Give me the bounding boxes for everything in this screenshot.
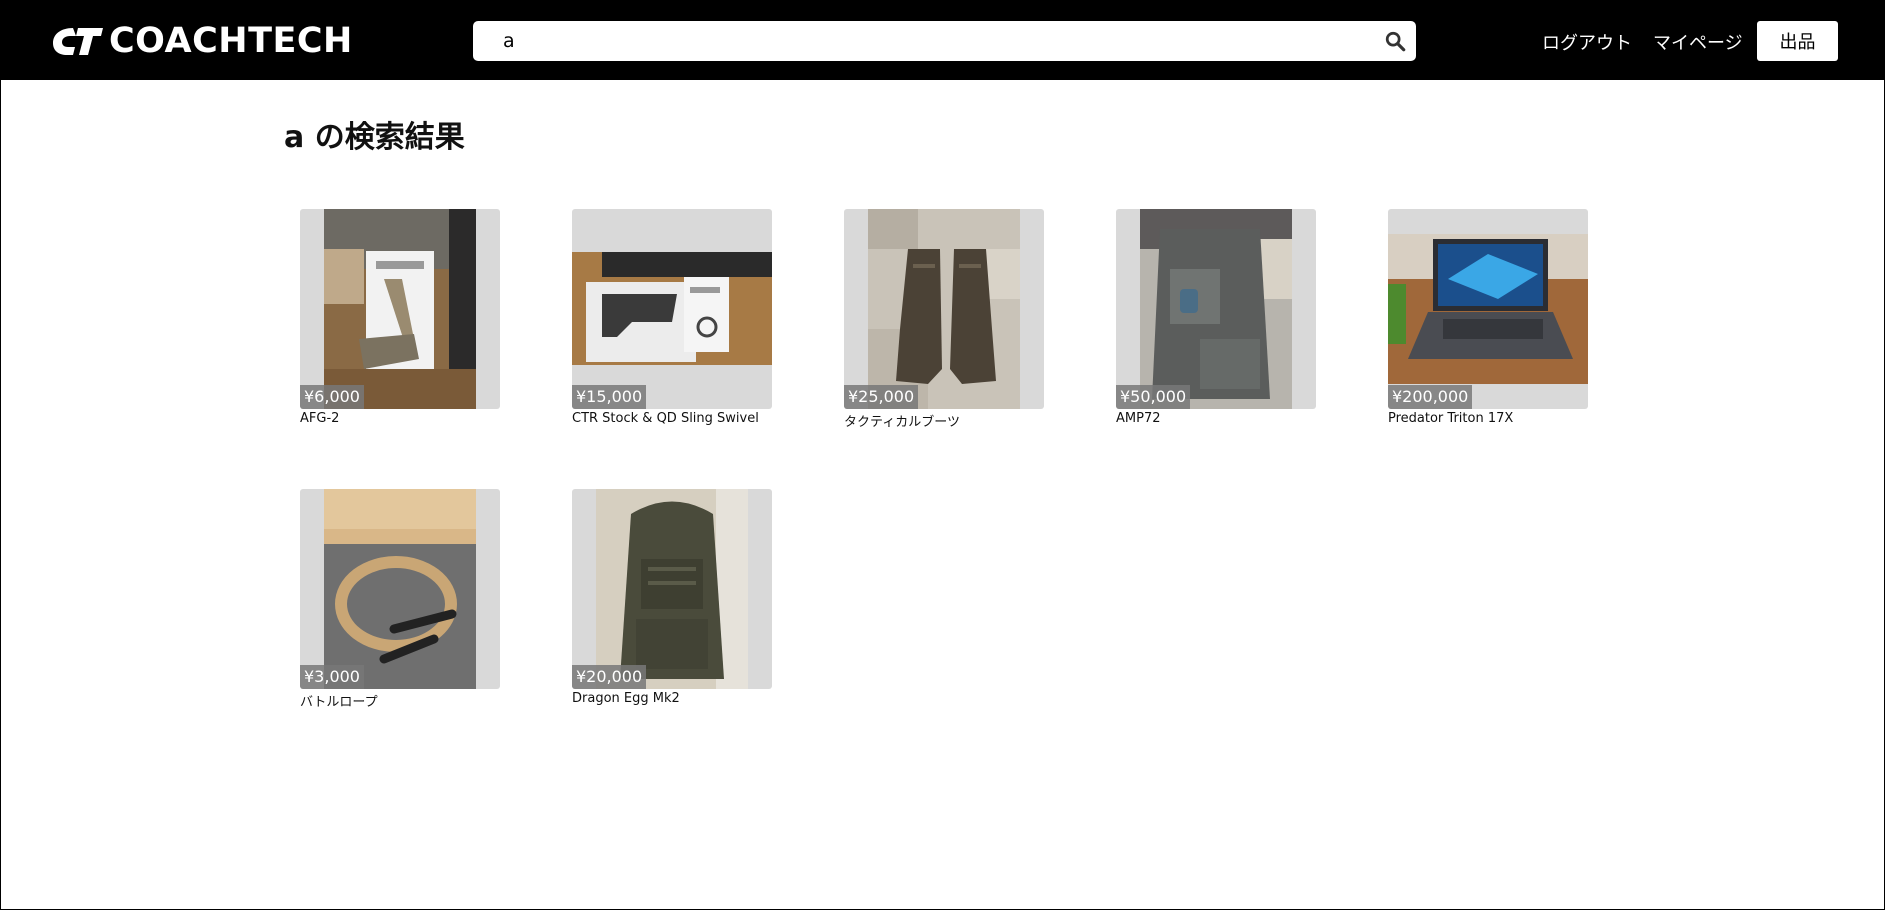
product-photo — [1140, 209, 1292, 409]
product-image[interactable]: ¥6,000 — [300, 209, 500, 409]
product-name: Predator Triton 17X — [1388, 411, 1514, 426]
product-image[interactable]: ¥20,000 — [572, 489, 772, 689]
product-card[interactable]: ¥6,000 AFG-2 — [300, 209, 500, 426]
mypage-link[interactable]: マイページ — [1653, 29, 1743, 55]
logo-text: COACHTECH — [109, 21, 353, 61]
search-input[interactable] — [503, 21, 1363, 61]
product-photo — [324, 209, 476, 409]
product-card[interactable]: ¥50,000 AMP72 — [1116, 209, 1316, 426]
product-photo — [572, 252, 772, 365]
product-price: ¥20,000 — [572, 665, 647, 689]
search-icon[interactable] — [1384, 30, 1406, 52]
product-image[interactable]: ¥50,000 — [1116, 209, 1316, 409]
product-photo — [596, 489, 748, 689]
product-price: ¥50,000 — [1116, 385, 1191, 409]
page-title: a の検索結果 — [284, 120, 465, 155]
product-image[interactable]: ¥3,000 — [300, 489, 500, 689]
product-photo — [868, 209, 1020, 409]
product-name: AFG-2 — [300, 411, 340, 426]
page: COACHTECH ログアウト マイページ 出品 a の検索結果 — [0, 0, 1885, 910]
product-price: ¥25,000 — [844, 385, 919, 409]
product-card[interactable]: ¥15,000 CTR Stock & QD Sling Swivel — [572, 209, 772, 426]
product-photo — [324, 489, 476, 689]
product-price: ¥200,000 — [1388, 385, 1473, 409]
product-price: ¥6,000 — [300, 385, 364, 409]
product-card[interactable]: ¥3,000 バトルロープ — [300, 489, 500, 710]
header: COACHTECH ログアウト マイページ 出品 — [1, 0, 1884, 80]
product-image[interactable]: ¥200,000 — [1388, 209, 1588, 409]
sell-button[interactable]: 出品 — [1757, 21, 1838, 61]
product-image[interactable]: ¥15,000 — [572, 209, 772, 409]
product-name: AMP72 — [1116, 411, 1161, 426]
logout-link[interactable]: ログアウト — [1542, 29, 1632, 55]
product-card[interactable]: ¥200,000 Predator Triton 17X — [1388, 209, 1588, 426]
product-name: CTR Stock & QD Sling Swivel — [572, 411, 759, 426]
product-card[interactable]: ¥20,000 Dragon Egg Mk2 — [572, 489, 772, 706]
search-bar — [473, 21, 1416, 61]
product-name: Dragon Egg Mk2 — [572, 691, 680, 706]
product-image[interactable]: ¥25,000 — [844, 209, 1044, 409]
product-photo — [1388, 234, 1588, 384]
product-name: バトルロープ — [300, 695, 378, 710]
logo-mark-icon — [53, 28, 103, 55]
product-card[interactable]: ¥25,000 タクティカルブーツ — [844, 209, 1044, 430]
product-price: ¥15,000 — [572, 385, 647, 409]
product-price: ¥3,000 — [300, 665, 364, 689]
logo[interactable]: COACHTECH — [51, 21, 353, 61]
product-name: タクティカルブーツ — [844, 415, 960, 430]
